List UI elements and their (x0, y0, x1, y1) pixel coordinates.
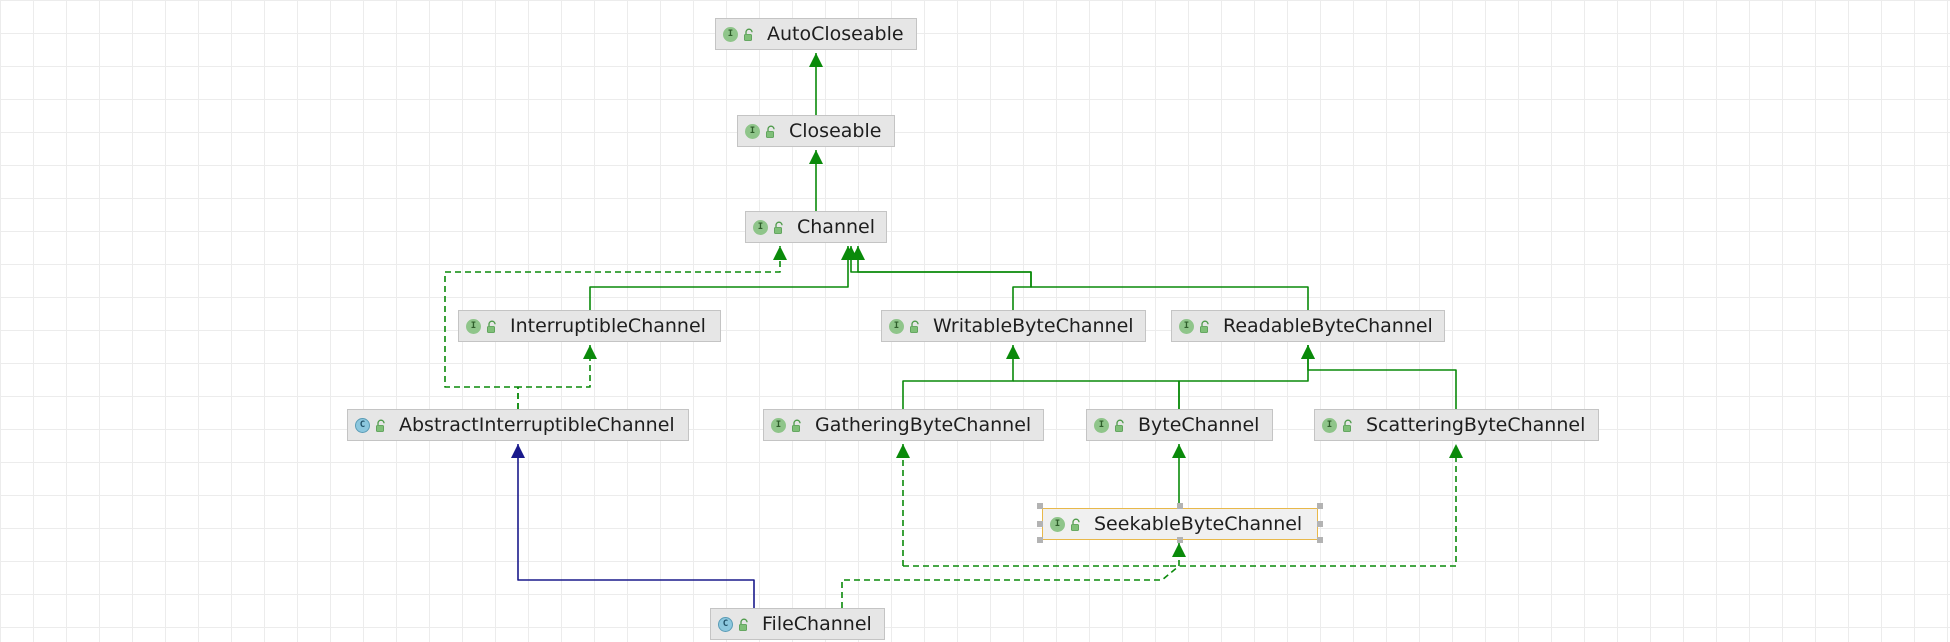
selection-handle[interactable] (1177, 537, 1183, 543)
node-scattering-byte-channel[interactable]: I ScatteringByteChannel (1314, 409, 1599, 441)
edge-interruptible-channel-to-channel (589, 246, 855, 310)
public-lock-icon (374, 418, 388, 432)
selection-handle[interactable] (1037, 521, 1043, 527)
public-lock-icon (742, 27, 756, 41)
arrowhead (1006, 345, 1020, 359)
selection-handle[interactable] (1317, 537, 1323, 543)
node-interruptible-channel[interactable]: I InterruptibleChannel (458, 310, 721, 342)
edge-byte-channel-to-readable-byte-channel (1178, 345, 1315, 409)
node-label: AbstractInterruptibleChannel (399, 414, 675, 436)
arrowhead (583, 345, 597, 359)
edge-abstract-interruptible-channel-to-interruptible-channel (517, 345, 597, 409)
node-label: GatheringByteChannel (815, 414, 1032, 436)
edge-gathering-byte-channel-to-writable-byte-channel (902, 345, 1020, 409)
node-label: Channel (797, 216, 876, 238)
node-label: ReadableByteChannel (1223, 315, 1433, 337)
interface-icon: I (1322, 417, 1337, 433)
node-writable-byte-channel[interactable]: I WritableByteChannel (881, 310, 1146, 342)
node-label: AutoCloseable (767, 23, 904, 45)
public-lock-icon (1113, 418, 1127, 432)
node-gathering-byte-channel[interactable]: I GatheringByteChannel (763, 409, 1044, 441)
edge-file-channel-to-seekable-byte-channel (841, 543, 1186, 608)
edge-byte-channel-to-writable-byte-channel (1013, 380, 1180, 409)
arrowhead (809, 53, 823, 67)
node-label: ByteChannel (1138, 414, 1260, 436)
arrowhead (773, 246, 787, 260)
edge-file-channel-to-gathering-byte-channel (896, 444, 1170, 567)
arrowhead (1172, 444, 1186, 458)
public-lock-icon (1341, 418, 1355, 432)
interface-icon: I (1179, 318, 1194, 334)
selection-handle[interactable] (1037, 503, 1043, 509)
selection-handle[interactable] (1317, 503, 1323, 509)
arrowhead (1449, 444, 1463, 458)
abstract-class-icon: C (718, 616, 733, 632)
selection-handle[interactable] (1177, 503, 1183, 509)
node-readable-byte-channel[interactable]: I ReadableByteChannel (1171, 310, 1445, 342)
edge-scattering-byte-channel-to-readable-byte-channel (1301, 345, 1457, 409)
selection-handle[interactable] (1317, 521, 1323, 527)
edge-writable-byte-channel-to-channel (851, 246, 1032, 310)
node-byte-channel[interactable]: I ByteChannel (1086, 409, 1273, 441)
node-label: FileChannel (762, 613, 872, 635)
public-lock-icon (1069, 517, 1083, 531)
arrowhead (896, 444, 910, 458)
public-lock-icon (790, 418, 804, 432)
public-lock-icon (485, 319, 499, 333)
selection-handle[interactable] (1037, 537, 1043, 543)
node-auto-closeable[interactable]: I AutoCloseable (715, 18, 917, 50)
interface-icon: I (723, 26, 738, 42)
node-seekable-byte-channel[interactable]: I SeekableByteChannel (1042, 508, 1318, 540)
interface-icon: I (889, 318, 904, 334)
interface-icon: I (1050, 516, 1065, 532)
interface-icon: I (753, 219, 768, 235)
node-label: WritableByteChannel (933, 315, 1134, 337)
interface-icon: I (466, 318, 481, 334)
interface-icon: I (1094, 417, 1109, 433)
node-label: SeekableByteChannel (1094, 513, 1303, 535)
edge-closeable-to-auto-closeable (809, 53, 823, 115)
node-closeable[interactable]: I Closeable (737, 115, 895, 147)
node-label: Closeable (789, 120, 882, 142)
arrowhead (1172, 543, 1186, 557)
node-channel[interactable]: I Channel (745, 211, 887, 243)
edge-file-channel-to-abstract-interruptible-channel (511, 444, 755, 608)
node-label: ScatteringByteChannel (1366, 414, 1586, 436)
public-lock-icon (772, 220, 786, 234)
edge-seekable-byte-channel-to-byte-channel (1172, 444, 1186, 508)
public-lock-icon (737, 617, 751, 631)
arrowhead (809, 150, 823, 164)
edge-channel-to-closeable (809, 150, 823, 211)
interface-icon: I (745, 123, 760, 139)
edge-readable-byte-channel-to-channel (844, 246, 1309, 310)
node-abstract-interruptible-channel[interactable]: C AbstractInterruptibleChannel (347, 409, 689, 441)
interface-icon: I (771, 417, 786, 433)
arrowhead (511, 444, 525, 458)
public-lock-icon (764, 124, 778, 138)
public-lock-icon (1198, 319, 1212, 333)
public-lock-icon (908, 319, 922, 333)
arrowhead (1301, 345, 1315, 359)
abstract-class-icon: C (355, 417, 370, 433)
node-label: InterruptibleChannel (510, 315, 706, 337)
node-file-channel[interactable]: C FileChannel (710, 608, 885, 640)
